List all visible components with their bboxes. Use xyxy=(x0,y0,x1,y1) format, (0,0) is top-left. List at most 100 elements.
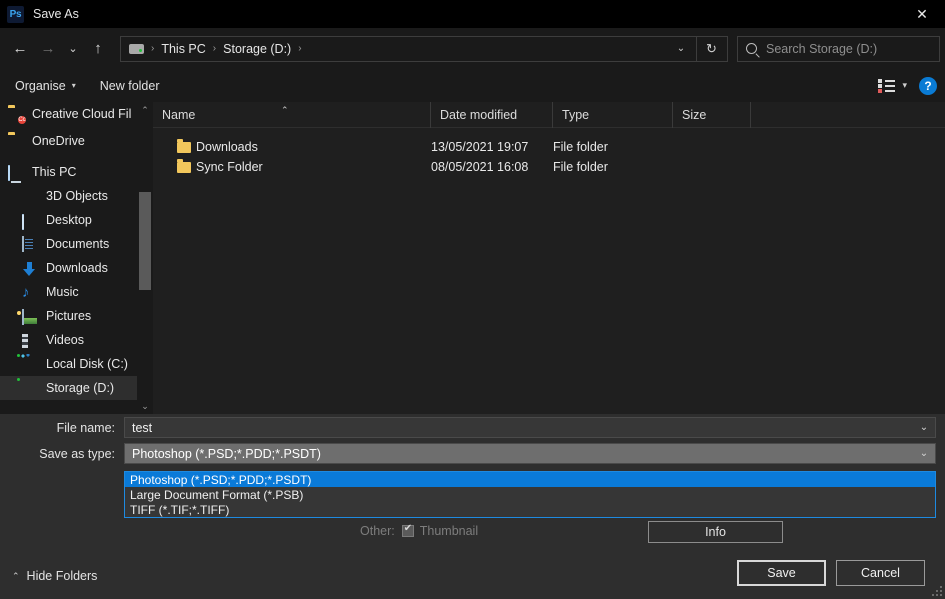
sidebar-item-documents[interactable]: Documents xyxy=(0,232,153,256)
cancel-button[interactable]: Cancel xyxy=(836,560,925,586)
sidebar-item-label: Local Disk (C:) xyxy=(46,357,128,371)
sidebar-item-music[interactable]: ♪ Music xyxy=(0,280,153,304)
photoshop-icon: Ps xyxy=(7,5,24,23)
sidebar-item-label: This PC xyxy=(32,165,77,179)
file-name-input[interactable]: test ⌄ xyxy=(124,417,936,438)
this-pc-icon xyxy=(8,164,25,181)
sidebar-item-onedrive[interactable]: OneDrive xyxy=(0,129,153,153)
address-chevron-down-icon[interactable]: ⌄ xyxy=(669,37,693,61)
column-header-date-modified[interactable]: Date modified xyxy=(431,102,553,128)
sidebar-item-local-disk-c[interactable]: Local Disk (C:) xyxy=(0,352,153,376)
scroll-down-icon[interactable]: ⌄ xyxy=(137,398,153,414)
sidebar-item-downloads[interactable]: Downloads xyxy=(0,256,153,280)
new-folder-button[interactable]: New folder xyxy=(93,73,167,99)
table-row[interactable]: Downloads 13/05/2021 19:07 File folder xyxy=(153,137,945,157)
column-header-size[interactable]: Size xyxy=(673,102,751,128)
scroll-up-icon[interactable]: ⌃ xyxy=(137,102,153,118)
breadcrumb-this-pc[interactable]: This PC xyxy=(161,42,205,56)
refresh-icon[interactable]: ↻ xyxy=(696,36,726,61)
breadcrumb-separator: › xyxy=(151,43,155,54)
view-chevron-down-icon[interactable]: ▾ xyxy=(902,80,907,91)
file-date-modified: 13/05/2021 19:07 xyxy=(431,140,529,154)
save-as-type-value: Photoshop (*.PSD;*.PDD;*.PSDT) xyxy=(132,446,321,461)
videos-icon xyxy=(22,332,39,349)
address-bar[interactable]: › This PC › Storage (D:) › ⌄ ↻ xyxy=(120,35,728,62)
sidebar-item-3d-objects[interactable]: 3D Objects xyxy=(0,184,153,208)
search-input[interactable]: Search Storage (D:) xyxy=(766,42,877,56)
downloads-icon xyxy=(22,260,39,277)
info-button[interactable]: Info xyxy=(648,521,783,543)
file-name-label: File name: xyxy=(56,421,115,435)
resize-grip[interactable] xyxy=(932,586,942,596)
forward-button[interactable]: → xyxy=(34,34,62,64)
file-type: File folder xyxy=(553,140,608,154)
file-list-pane: ⌃ Name Date modified Type Size Downloads… xyxy=(153,102,945,414)
file-date-modified: 08/05/2021 16:08 xyxy=(431,160,529,174)
sidebar-item-label: Music xyxy=(46,285,79,299)
hide-folders-label: Hide Folders xyxy=(26,569,98,583)
sidebar-item-creative-cloud-files[interactable]: Cc Creative Cloud Fil xyxy=(0,102,153,126)
thumbnail-label: Thumbnail xyxy=(419,524,479,538)
file-name-value: test xyxy=(132,420,153,435)
sidebar-item-videos[interactable]: Videos xyxy=(0,328,153,352)
breadcrumb-separator: › xyxy=(212,43,217,54)
documents-icon xyxy=(22,235,39,253)
sidebar-item-label: Desktop xyxy=(46,213,92,227)
music-icon: ♪ xyxy=(22,283,30,301)
column-header-name[interactable]: ⌃ Name xyxy=(153,102,431,128)
folder-icon xyxy=(177,159,191,173)
sidebar-item-desktop[interactable]: Desktop xyxy=(0,208,153,232)
other-options-row: Other: Thumbnail xyxy=(360,523,479,538)
column-label: Type xyxy=(562,108,590,122)
toolbar-right-group: ▾ ? xyxy=(878,76,937,95)
storage-drive-icon xyxy=(22,380,39,397)
breadcrumb-separator[interactable]: › xyxy=(298,43,301,54)
dropdown-option-large-document-format[interactable]: Large Document Format (*.PSB) xyxy=(125,487,935,502)
sidebar-item-label: Storage (D:) xyxy=(46,381,115,395)
column-label: Size xyxy=(682,108,707,122)
dropdown-option-photoshop[interactable]: Photoshop (*.PSD;*.PDD;*.PSDT) xyxy=(125,472,935,487)
file-type: File folder xyxy=(553,160,608,174)
thumbnail-checkbox[interactable] xyxy=(401,523,414,537)
save-as-type-dropdown-list[interactable]: Photoshop (*.PSD;*.PDD;*.PSDT) Large Doc… xyxy=(124,471,936,518)
sidebar-item-label: 3D Objects xyxy=(46,189,108,203)
sidebar-item-storage-d[interactable]: Storage (D:) xyxy=(0,376,153,400)
creative-cloud-folder-icon: Cc xyxy=(18,115,26,124)
chevron-down-icon: ▾ xyxy=(71,81,76,90)
save-button[interactable]: Save xyxy=(737,560,826,586)
sidebar-item-this-pc[interactable]: This PC xyxy=(0,160,153,184)
organise-label: Organise xyxy=(15,78,66,93)
hide-folders-button[interactable]: ⌃ Hide Folders xyxy=(12,569,97,583)
sidebar-item-label: Videos xyxy=(46,333,84,347)
breadcrumb-storage-d[interactable]: Storage (D:) xyxy=(223,42,291,56)
back-button[interactable]: ← xyxy=(6,34,34,64)
chevron-down-icon[interactable]: ⌄ xyxy=(913,418,935,437)
sidebar-item-pictures[interactable]: Pictures xyxy=(0,304,153,328)
search-box[interactable]: Search Storage (D:) xyxy=(737,35,940,62)
sidebar-item-label: OneDrive xyxy=(32,134,85,148)
scrollbar-thumb[interactable] xyxy=(139,192,151,290)
recent-locations-chevron-down-icon[interactable]: ⌄ xyxy=(62,34,84,64)
sidebar-scrollbar[interactable]: ⌃ ⌄ xyxy=(137,102,153,414)
save-as-dialog: Ps Save As ✕ ← → ⌄ ↑ › This PC › Storage… xyxy=(0,0,945,599)
sidebar-item-label: Documents xyxy=(46,237,110,251)
help-icon[interactable]: ? xyxy=(919,76,937,95)
organise-button[interactable]: Organise ▾ xyxy=(8,73,83,99)
sidebar-item-label: Pictures xyxy=(46,309,92,323)
up-button[interactable]: ↑ xyxy=(84,34,112,64)
local-disk-icon xyxy=(22,356,39,373)
command-toolbar: Organise ▾ New folder ▾ ? xyxy=(0,69,945,102)
navigation-pane: Cc Creative Cloud Fil OneDrive This PC 3… xyxy=(0,102,153,414)
view-layout-icon[interactable] xyxy=(878,78,896,93)
chevron-down-icon[interactable]: ⌄ xyxy=(913,444,935,463)
file-name: Downloads xyxy=(196,140,258,154)
table-row[interactable]: Sync Folder 08/05/2021 16:08 File folder xyxy=(153,157,945,177)
save-as-type-select[interactable]: Photoshop (*.PSD;*.PDD;*.PSDT) ⌄ xyxy=(124,443,936,464)
save-options-pane: File name: test ⌄ Save as type: Photosho… xyxy=(0,414,945,559)
chevron-up-icon: ⌃ xyxy=(12,570,20,581)
column-header-type[interactable]: Type xyxy=(553,102,673,128)
close-icon[interactable]: ✕ xyxy=(899,0,945,28)
search-icon xyxy=(746,43,757,54)
sort-ascending-icon: ⌃ xyxy=(281,105,289,115)
dropdown-option-tiff[interactable]: TIFF (*.TIF;*.TIFF) xyxy=(125,502,935,517)
